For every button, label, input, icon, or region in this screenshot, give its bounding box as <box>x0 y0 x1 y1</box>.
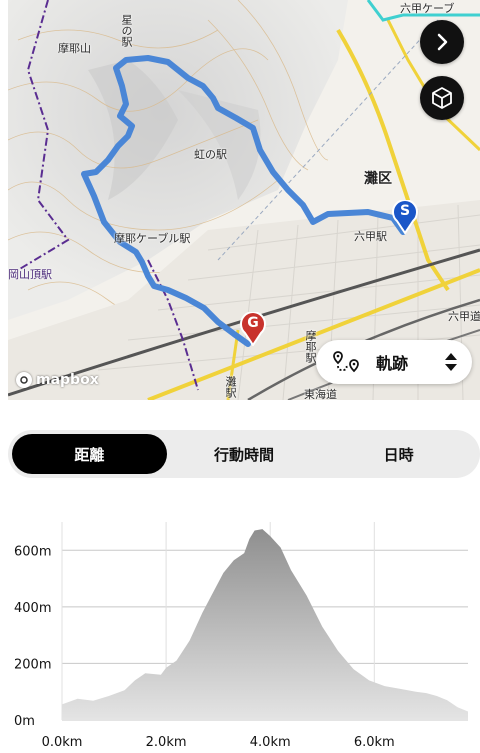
x-tick-label: 4.0km <box>250 735 291 750</box>
elevation-area-series-0 <box>62 529 468 720</box>
route-icon <box>333 351 359 373</box>
chevron-right-icon <box>437 33 448 51</box>
map-label-maya-cable-station: 摩耶ケーブル駅 <box>114 232 191 245</box>
up-down-icon <box>445 353 457 371</box>
mapbox-label: mapbox <box>36 372 99 388</box>
start-marker[interactable]: S <box>392 199 418 235</box>
map-label-rokko-cable: 六甲ケーブ <box>400 2 455 15</box>
map-label-nada-station: 灘駅 <box>224 376 237 398</box>
map-label-hoshi-station: 星の駅 <box>120 14 133 47</box>
mapbox-attribution[interactable]: mapbox <box>16 372 99 388</box>
goal-marker-label: G <box>247 315 259 331</box>
tab-distance[interactable]: 距離 <box>12 434 167 474</box>
mapbox-logo-icon <box>16 372 32 388</box>
start-marker-label: S <box>399 203 411 219</box>
y-tick-label: 400m <box>14 601 51 616</box>
map-label-rokko-station: 六甲駅 <box>354 230 387 243</box>
elevation-chart: 0m 200m 400m 600m 0.0km 2.0km 4.0km 6.0km <box>0 500 480 753</box>
tab-activity-time[interactable]: 行動時間 <box>167 434 322 474</box>
map-label-rokko-michi: 六甲道 <box>448 310 480 323</box>
map-view[interactable]: 摩耶山 星の駅 虹の駅 摩耶ケーブル駅 灘区 六甲駅 六甲ケーブ 六甲道 岡山頂… <box>8 0 480 400</box>
x-tick-label: 0.0km <box>42 735 83 750</box>
y-tick-label: 200m <box>14 657 51 672</box>
tab-datetime[interactable]: 日時 <box>321 434 476 474</box>
map-label-niji-station: 虹の駅 <box>194 148 227 161</box>
goal-marker[interactable]: G <box>240 311 266 347</box>
elevation-chart-svg: 0m 200m 400m 600m 0.0km 2.0km 4.0km 6.0km <box>14 522 468 750</box>
track-layer-label: 軌跡 <box>376 354 409 373</box>
map-label-tokaido: 東海道 <box>304 388 337 400</box>
y-tick-label: 0m <box>14 714 35 729</box>
map-label-okayama-station: 岡山頂駅 <box>8 268 52 281</box>
x-tick-label: 6.0km <box>354 735 395 750</box>
view-3d-button[interactable] <box>420 76 464 120</box>
track-layer-selector[interactable]: 軌跡 <box>316 340 472 384</box>
x-tick-label: 2.0km <box>146 735 187 750</box>
cube-icon <box>432 87 452 109</box>
forward-button[interactable] <box>420 20 464 64</box>
map-label-nada-ku: 灘区 <box>364 171 392 187</box>
map-label-maya-san: 摩耶山 <box>58 42 91 55</box>
y-tick-label: 600m <box>14 544 51 559</box>
x-axis-mode-segmented-control: 距離 行動時間 日時 <box>8 430 480 478</box>
